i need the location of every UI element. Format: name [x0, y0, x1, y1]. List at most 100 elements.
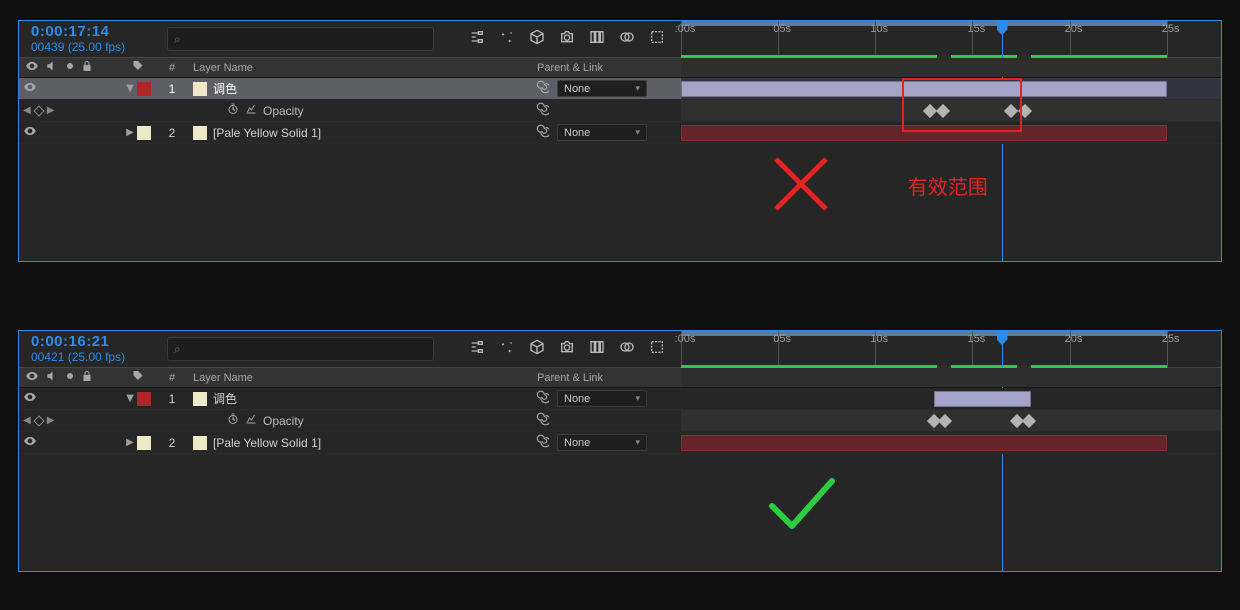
- tree-icon[interactable]: [469, 339, 485, 360]
- property-name: Opacity: [263, 104, 304, 118]
- col-solo-icon: [65, 371, 75, 384]
- col-solo-icon: [65, 61, 75, 74]
- ruler-tick: 25s: [1158, 333, 1184, 345]
- layer-name: 调色: [213, 80, 237, 97]
- layer-name: 调色: [213, 390, 237, 407]
- label-color-swatch[interactable]: [137, 436, 151, 450]
- label-color-swatch[interactable]: [137, 392, 151, 406]
- search-input[interactable]: [167, 337, 434, 361]
- marker-icon[interactable]: [649, 29, 665, 50]
- cube-icon[interactable]: [529, 339, 545, 360]
- layer-bar[interactable]: [681, 125, 1167, 141]
- keyframe-icon[interactable]: [923, 104, 937, 118]
- visibility-icon: [23, 80, 37, 97]
- annotation-check-icon: [762, 471, 842, 546]
- layer-row[interactable]: ▶ 1 调色 None▾: [19, 388, 1221, 410]
- ruler-tick: 15s: [963, 23, 989, 35]
- keyframe-icon[interactable]: [1004, 104, 1018, 118]
- col-label-icon: [132, 370, 144, 385]
- parent-pickwhip-icon: [535, 412, 549, 429]
- col-visibility-icon: [25, 369, 39, 386]
- layer-index: 2: [157, 122, 187, 143]
- annotation-x-icon: [766, 149, 836, 224]
- timecode-block[interactable]: 0:00:17:14 00439 (25.00 fps): [19, 21, 159, 57]
- timeline-panel: 0:00:16:21 00421 (25.00 fps) :00s 05s 10s 1…: [18, 330, 1222, 572]
- timecode-block[interactable]: 0:00:16:21 00421 (25.00 fps): [19, 331, 159, 367]
- ruler-tick: 25s: [1158, 23, 1184, 35]
- wand-icon[interactable]: [499, 29, 515, 50]
- timeline-toolbar: [469, 21, 681, 57]
- col-label-icon: [132, 60, 144, 75]
- ruler-tick: 10s: [866, 333, 892, 345]
- kf-next-icon[interactable]: ▶: [47, 105, 55, 116]
- layer-row[interactable]: ▶ 2 [Pale Yellow Solid 1] None▾: [19, 432, 1221, 454]
- source-swatch: [193, 392, 207, 406]
- parent-dropdown[interactable]: None▾: [557, 80, 647, 97]
- label-color-swatch[interactable]: [137, 126, 151, 140]
- columns-icon[interactable]: [589, 339, 605, 360]
- ruler-tick: 20s: [1061, 333, 1087, 345]
- property-name: Opacity: [263, 414, 304, 428]
- property-row: ◀ ▶ Opacity: [19, 100, 1221, 122]
- property-row: ◀ ▶ Opacity: [19, 410, 1221, 432]
- col-audio-icon: [45, 59, 59, 76]
- keyframe-icon[interactable]: [1022, 414, 1036, 428]
- keyframe-icon[interactable]: [938, 414, 952, 428]
- layer-bar[interactable]: [681, 435, 1167, 451]
- cube-icon[interactable]: [529, 29, 545, 50]
- twirl-icon[interactable]: ▶: [125, 127, 135, 138]
- ruler-tick: 15s: [963, 333, 989, 345]
- search-input[interactable]: [167, 27, 434, 51]
- timeline-panel: 0:00:17:14 00439 (25.00 fps) :00s 05s 10s 1…: [18, 20, 1222, 262]
- graph-icon: [245, 103, 257, 118]
- layer-name: [Pale Yellow Solid 1]: [213, 126, 321, 140]
- annotation-label: 有效范围: [908, 171, 988, 200]
- camera-icon[interactable]: [559, 29, 575, 50]
- kf-prev-icon[interactable]: ◀: [23, 415, 31, 426]
- frame-readout: 00421 (25.00 fps): [31, 350, 159, 364]
- stopwatch-icon: [227, 103, 239, 118]
- parent-pickwhip-icon: [535, 124, 549, 141]
- keyframe-icon[interactable]: [1018, 104, 1032, 118]
- stopwatch-icon: [227, 413, 239, 428]
- layer-bar[interactable]: [681, 81, 1167, 97]
- ruler-tick: 05s: [769, 23, 795, 35]
- parent-pickwhip-icon: [535, 80, 549, 97]
- kf-add-icon[interactable]: [33, 415, 44, 426]
- layer-row[interactable]: ▶ 2 [Pale Yellow Solid 1] None▾: [19, 122, 1221, 144]
- parent-dropdown[interactable]: None▾: [557, 390, 647, 407]
- ruler-tick: :00s: [672, 23, 698, 35]
- ruler-tick: :00s: [672, 333, 698, 345]
- ruler-tick: 20s: [1061, 23, 1087, 35]
- col-visibility-icon: [25, 59, 39, 76]
- camera-icon[interactable]: [559, 339, 575, 360]
- wand-icon[interactable]: [499, 339, 515, 360]
- parent-pickwhip-icon: [535, 434, 549, 451]
- blend-icon[interactable]: [619, 29, 635, 50]
- col-audio-icon: [45, 369, 59, 386]
- parent-dropdown[interactable]: None▾: [557, 124, 647, 141]
- column-header: # Layer Name Parent & Link: [19, 368, 1221, 388]
- kf-prev-icon[interactable]: ◀: [23, 105, 31, 116]
- marker-icon[interactable]: [649, 339, 665, 360]
- time-ruler[interactable]: :00s05s10s15s20s25s: [681, 331, 1221, 367]
- columns-icon[interactable]: [589, 29, 605, 50]
- twirl-icon[interactable]: ▶: [125, 84, 136, 94]
- ruler-tick: 10s: [866, 23, 892, 35]
- twirl-icon[interactable]: ▶: [125, 437, 135, 448]
- visibility-icon: [23, 390, 37, 407]
- layer-row[interactable]: ▶ 1 调色 None▾: [19, 78, 1221, 100]
- time-ruler[interactable]: :00s05s10s15s20s25s: [681, 21, 1221, 57]
- tree-icon[interactable]: [469, 29, 485, 50]
- parent-pickwhip-icon: [535, 102, 549, 119]
- keyframe-icon[interactable]: [936, 104, 950, 118]
- kf-add-icon[interactable]: [33, 105, 44, 116]
- ruler-tick: 05s: [769, 333, 795, 345]
- blend-icon[interactable]: [619, 339, 635, 360]
- label-color-swatch[interactable]: [137, 82, 151, 96]
- layer-index: 1: [157, 388, 187, 409]
- parent-dropdown[interactable]: None▾: [557, 434, 647, 451]
- twirl-icon[interactable]: ▶: [125, 394, 136, 404]
- layer-bar[interactable]: [934, 391, 1031, 407]
- kf-next-icon[interactable]: ▶: [47, 415, 55, 426]
